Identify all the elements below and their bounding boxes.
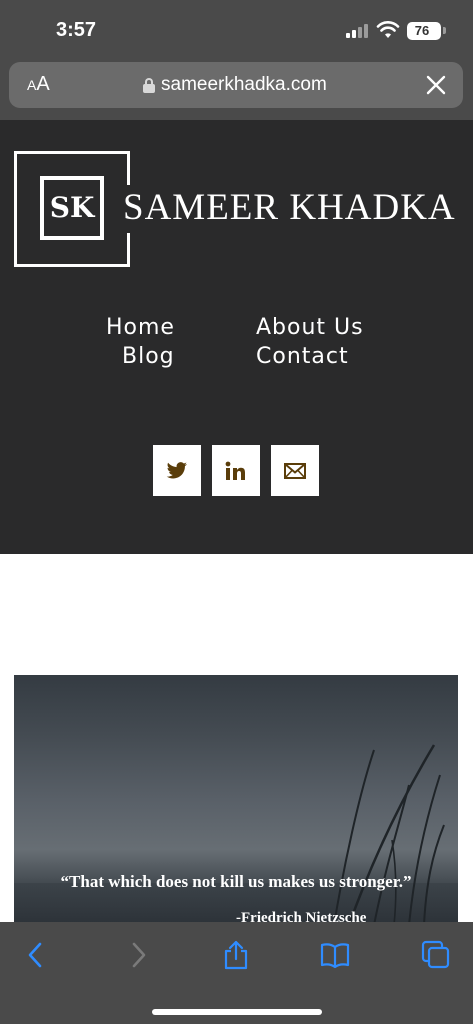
address-bar[interactable]: AA sameerkhadka.com: [9, 62, 463, 108]
battery-indicator: 76: [407, 22, 441, 40]
status-time: 3:57: [56, 19, 97, 41]
url-text[interactable]: sameerkhadka.com: [161, 74, 327, 96]
share-icon[interactable]: [221, 940, 251, 970]
twitter-icon: [166, 461, 187, 478]
wifi-icon: [376, 21, 400, 38]
battery-tip: [443, 27, 446, 34]
email-button[interactable]: [271, 445, 319, 496]
linkedin-icon: [225, 461, 245, 480]
text-size-button[interactable]: AA: [27, 73, 50, 96]
site-title[interactable]: SAMEER KHADKA: [123, 186, 456, 229]
lock-icon: [143, 78, 155, 93]
close-icon[interactable]: [426, 75, 446, 95]
nav-blog[interactable]: Blog: [122, 344, 175, 369]
hero-image: “That which does not kill us makes us st…: [14, 675, 458, 925]
twitter-button[interactable]: [153, 445, 201, 496]
browser-toolbar: [0, 922, 473, 1024]
quote-text: “That which does not kill us makes us st…: [60, 872, 412, 891]
browser-top-bar: 3:57 76 AA sameerkhadka.com: [0, 0, 473, 120]
home-indicator[interactable]: [152, 1009, 322, 1015]
back-icon[interactable]: [21, 940, 51, 970]
site-header: SK SAMEER KHADKA Home About Us Blog Cont…: [0, 120, 473, 554]
nav-home[interactable]: Home: [106, 315, 175, 340]
nav-contact[interactable]: Contact: [256, 344, 349, 369]
bookmarks-icon[interactable]: [320, 940, 350, 970]
linkedin-button[interactable]: [212, 445, 260, 496]
mail-icon: [284, 462, 306, 479]
forward-icon[interactable]: [123, 940, 153, 970]
logo-text: SK: [49, 191, 95, 224]
cellular-signal-icon: [346, 24, 370, 38]
tabs-icon[interactable]: [421, 940, 451, 970]
nav-about-us[interactable]: About Us: [256, 315, 364, 340]
